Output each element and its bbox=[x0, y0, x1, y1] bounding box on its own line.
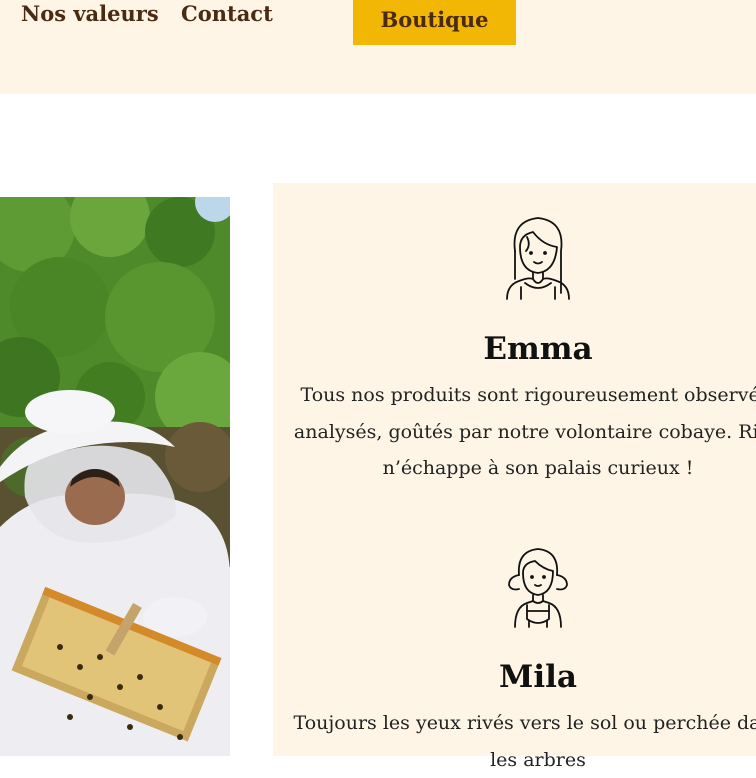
beekeeper-illustration bbox=[0, 197, 230, 756]
team-member-emma: Emma Tous nos produits sont rigoureuseme… bbox=[273, 215, 756, 487]
site-header: Nos valeurs Contact Boutique bbox=[0, 0, 756, 94]
shop-button-label: Boutique bbox=[380, 7, 489, 32]
team-member-mila: Mila Toujours les yeux rivés vers le sol… bbox=[273, 545, 756, 778]
shop-button[interactable]: Boutique bbox=[353, 0, 516, 45]
girl-pigtails-avatar-icon bbox=[508, 548, 568, 628]
beekeeper-photo bbox=[0, 197, 230, 756]
girl-avatar-icon bbox=[506, 217, 570, 300]
team-member-name: Mila bbox=[499, 659, 577, 695]
team-member-description: Toujours les yeux rivés vers le sol ou p… bbox=[293, 712, 756, 771]
nav-contact-link[interactable]: Contact bbox=[181, 0, 273, 28]
team-card: Emma Tous nos produits sont rigoureuseme… bbox=[273, 183, 756, 771]
team-member-description: Tous nos produits sont rigoureusement ob… bbox=[293, 384, 756, 479]
team-member-name: Emma bbox=[483, 331, 593, 367]
nav-values-link[interactable]: Nos valeurs bbox=[21, 0, 159, 28]
